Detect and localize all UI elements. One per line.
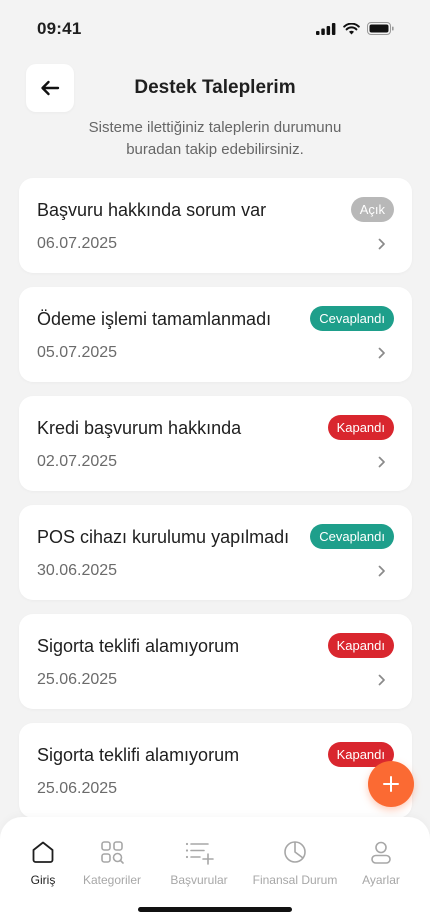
nav-label: Finansal Durum (252, 873, 338, 887)
chevron-right-icon (378, 674, 385, 686)
wifi-icon (343, 22, 360, 34)
ticket-card[interactable]: Sigorta teklifi alamıyorum Kapandı 25.06… (19, 614, 412, 709)
page-title: Destek Taleplerim (134, 77, 296, 98)
nav-item-settings[interactable]: Ayarlar (338, 837, 424, 889)
ticket-date: 30.06.2025 (37, 562, 118, 579)
ticket-card[interactable]: Ödeme işlemi tamamlanmadı Cevaplandı 05.… (19, 287, 412, 382)
user-icon (371, 841, 391, 864)
home-indicator (138, 907, 292, 912)
plus-icon (383, 776, 399, 792)
ticket-title: Kredi başvurum hakkında (37, 418, 242, 438)
ticket-card[interactable]: Sigorta teklifi alamıyorum Kapandı 25.06… (19, 723, 412, 818)
ticket-title: Başvuru hakkında sorum var (37, 200, 267, 220)
status-badge: Kapandı (327, 633, 394, 658)
status-icons (316, 22, 394, 35)
nav-label: Başvurular (170, 873, 228, 887)
ticket-title: POS cihazı kurulumu yapılmadı (37, 527, 290, 547)
chevron-right-icon (378, 347, 385, 359)
chevron-right-icon (378, 456, 385, 468)
home-icon (32, 841, 54, 863)
list-add-icon (185, 842, 214, 865)
ticket-title: Ödeme işlemi tamamlanmadı (37, 309, 272, 329)
ticket-title: Sigorta teklifi alamıyorum (37, 636, 240, 656)
nav-item-financial-status[interactable]: Finansal Durum (252, 837, 338, 889)
pie-chart-icon (284, 841, 306, 863)
ticket-card[interactable]: POS cihazı kurulumu yapılmadı Cevaplandı… (19, 505, 412, 600)
nav-item-applications[interactable]: Başvurular (156, 837, 242, 889)
nav-label: Kategoriler (82, 873, 142, 887)
status-badge: Açık (350, 197, 394, 222)
status-bar: 09:41 (0, 0, 430, 58)
status-time: 09:41 (37, 19, 82, 38)
ticket-list: Başvuru hakkında sorum var Açık 06.07.20… (19, 178, 412, 832)
page-subtitle: Sisteme ilettiğiniz taleplerin durumunu … (88, 119, 342, 158)
status-badge: Cevaplandı (310, 524, 394, 549)
status-badge: Kapandı (327, 415, 394, 440)
battery-icon (367, 22, 394, 35)
status-badge: Cevaplandı (310, 306, 394, 331)
ticket-date: 25.06.2025 (37, 780, 118, 797)
ticket-card[interactable]: Kredi başvurum hakkında Kapandı 02.07.20… (19, 396, 412, 491)
ticket-date: 05.07.2025 (37, 344, 118, 361)
nav-label: Ayarlar (362, 873, 400, 887)
categories-icon (101, 841, 124, 864)
nav-item-categories[interactable]: Kategoriler (69, 837, 155, 889)
add-ticket-button[interactable] (368, 761, 414, 807)
chevron-right-icon (378, 565, 385, 577)
ticket-card[interactable]: Başvuru hakkında sorum var Açık 06.07.20… (19, 178, 412, 273)
ticket-date: 02.07.2025 (37, 453, 118, 470)
signal-icon (316, 22, 336, 35)
chevron-right-icon (378, 238, 385, 250)
ticket-title: Sigorta teklifi alamıyorum (37, 745, 240, 765)
nav-label: Giriş (30, 873, 56, 887)
ticket-date: 25.06.2025 (37, 671, 118, 688)
ticket-date: 06.07.2025 (37, 235, 118, 252)
